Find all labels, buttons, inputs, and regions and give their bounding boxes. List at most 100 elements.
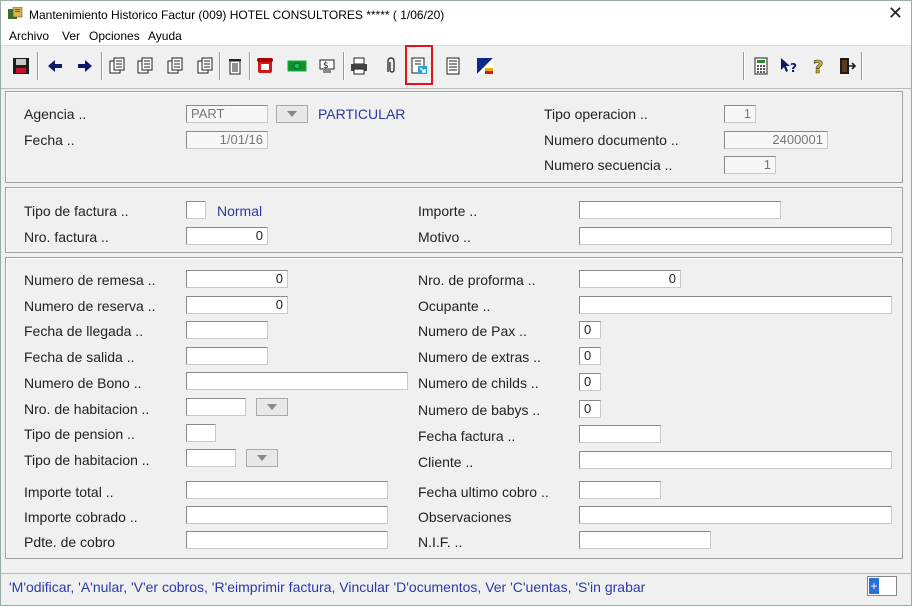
numero-extras-label: Numero de extras ..: [418, 349, 541, 365]
copy-doc-icon-2[interactable]: [133, 54, 157, 78]
calculator-icon[interactable]: [749, 54, 773, 78]
tipo-pension-label: Tipo de pension ..: [24, 426, 135, 442]
money-icon[interactable]: [285, 54, 309, 78]
nro-factura-field[interactable]: 0: [186, 227, 268, 245]
phone-icon[interactable]: [253, 54, 277, 78]
menu-ver[interactable]: Ver: [62, 29, 80, 43]
help-icon[interactable]: ?: [807, 54, 831, 78]
tipo-habitacion-label: Tipo de habitacion ..: [24, 452, 150, 468]
status-bar: 'M'odificar, 'A'nular, 'V'er cobros, 'R'…: [1, 573, 911, 600]
copy-doc-icon-4[interactable]: [193, 54, 217, 78]
agencia-field[interactable]: PART: [186, 105, 268, 123]
importe-cobrado-label: Importe cobrado ..: [24, 509, 138, 525]
fecha-ultimo-cobro-label: Fecha ultimo cobro ..: [418, 484, 549, 500]
ocupante-label: Ocupante ..: [418, 298, 491, 314]
status-hint-text: 'M'odificar, 'A'nular, 'V'er cobros, 'R'…: [9, 579, 646, 595]
importe-cobrado-field[interactable]: [186, 506, 388, 524]
fecha-llegada-field[interactable]: [186, 321, 268, 339]
ocupante-field[interactable]: [579, 296, 892, 314]
trash-icon[interactable]: [223, 54, 247, 78]
importe-total-label: Importe total ..: [24, 484, 114, 500]
close-icon[interactable]: ✕: [888, 3, 903, 24]
cash-icon[interactable]: $: [315, 54, 339, 78]
fecha-salida-label: Fecha de salida ..: [24, 349, 135, 365]
nro-habitacion-label: Nro. de habitacion ..: [24, 401, 150, 417]
details-panel: Numero de remesa .. 0 Numero de reserva …: [5, 257, 903, 559]
cliente-field[interactable]: [579, 451, 892, 469]
svg-text:?: ?: [790, 61, 797, 75]
flag-icon[interactable]: [473, 54, 497, 78]
status-indicator-plus: +: [869, 578, 879, 594]
importe-label: Importe ..: [418, 203, 478, 219]
fecha-ultimo-cobro-field[interactable]: [579, 481, 661, 499]
copy-doc-icon-3[interactable]: [163, 54, 187, 78]
toolbar: $ ? ?: [1, 45, 911, 89]
printer-icon[interactable]: [347, 54, 371, 78]
numero-documento-field[interactable]: 2400001: [724, 131, 828, 149]
nro-habitacion-dropdown-button[interactable]: [256, 398, 288, 416]
save-icon[interactable]: [9, 54, 33, 78]
context-help-icon[interactable]: ?: [777, 54, 801, 78]
header-panel: Agencia .. PART PARTICULAR Fecha .. 1/01…: [5, 91, 903, 183]
numero-remesa-label: Numero de remesa ..: [24, 272, 156, 288]
agencia-dropdown-button[interactable]: [276, 105, 308, 123]
tipo-operacion-label: Tipo operacion ..: [544, 106, 648, 122]
agencia-label: Agencia ..: [24, 106, 87, 122]
motivo-field[interactable]: [579, 227, 892, 245]
observaciones-field[interactable]: [579, 506, 892, 524]
back-arrow-icon[interactable]: [43, 54, 67, 78]
nro-habitacion-field[interactable]: [186, 398, 246, 416]
nif-field[interactable]: [579, 531, 711, 549]
motivo-label: Motivo ..: [418, 229, 471, 245]
nro-proforma-label: Nro. de proforma ..: [418, 272, 536, 288]
numero-pax-field[interactable]: 0: [579, 321, 601, 339]
title-bar: Mantenimiento Historico Factur (009) HOT…: [1, 1, 911, 27]
nif-label: N.I.F. ..: [418, 534, 463, 550]
numero-bono-field[interactable]: [186, 372, 408, 390]
numero-remesa-field[interactable]: 0: [186, 270, 288, 288]
numero-babys-field[interactable]: 0: [579, 400, 601, 418]
menu-bar: Archivo Ver Opciones Ayuda: [1, 27, 911, 45]
importe-total-field[interactable]: [186, 481, 388, 499]
fecha-factura-field[interactable]: [579, 425, 661, 443]
tipo-habitacion-field[interactable]: [186, 449, 236, 467]
numero-childs-label: Numero de childs ..: [418, 375, 539, 391]
numero-reserva-field[interactable]: 0: [186, 296, 288, 314]
menu-opciones[interactable]: Opciones: [89, 29, 140, 43]
fecha-factura-label: Fecha factura ..: [418, 428, 516, 444]
fecha-salida-field[interactable]: [186, 347, 268, 365]
fecha-llegada-label: Fecha de llegada ..: [24, 323, 144, 339]
highlighted-tool-frame: [405, 45, 433, 85]
cliente-label: Cliente ..: [418, 454, 474, 470]
fecha-field[interactable]: 1/01/16: [186, 131, 268, 149]
form-icon[interactable]: [441, 54, 465, 78]
numero-extras-field[interactable]: 0: [579, 347, 601, 365]
observaciones-label: Observaciones: [418, 509, 512, 525]
status-indicator[interactable]: +: [867, 576, 897, 596]
numero-documento-label: Numero documento ..: [544, 132, 679, 148]
tipo-factura-field[interactable]: [186, 201, 206, 219]
pdte-cobro-label: Pdte. de cobro: [24, 534, 116, 550]
importe-field[interactable]: [579, 201, 781, 219]
exit-door-icon[interactable]: [835, 54, 859, 78]
numero-bono-label: Numero de Bono ..: [24, 375, 142, 391]
pdte-cobro-field[interactable]: [186, 531, 388, 549]
factura-panel: Tipo de factura .. Normal Nro. factura .…: [5, 187, 903, 253]
tipo-factura-name: Normal: [217, 203, 263, 219]
numero-secuencia-field[interactable]: 1: [724, 156, 776, 174]
forward-arrow-icon[interactable]: [73, 54, 97, 78]
nro-proforma-field[interactable]: 0: [579, 270, 681, 288]
fecha-label: Fecha ..: [24, 132, 75, 148]
app-icon: [8, 7, 23, 19]
paperclip-icon[interactable]: [379, 54, 403, 78]
tipo-habitacion-dropdown-button[interactable]: [246, 449, 278, 467]
tipo-factura-label: Tipo de factura ..: [24, 203, 129, 219]
copy-doc-icon-1[interactable]: [105, 54, 129, 78]
tipo-operacion-field[interactable]: 1: [724, 105, 756, 123]
tipo-pension-field[interactable]: [186, 424, 216, 442]
numero-pax-label: Numero de Pax ..: [418, 323, 527, 339]
window-title: Mantenimiento Historico Factur (009) HOT…: [29, 8, 445, 22]
menu-ayuda[interactable]: Ayuda: [148, 29, 182, 43]
menu-archivo[interactable]: Archivo: [9, 29, 49, 43]
numero-childs-field[interactable]: 0: [579, 373, 601, 391]
